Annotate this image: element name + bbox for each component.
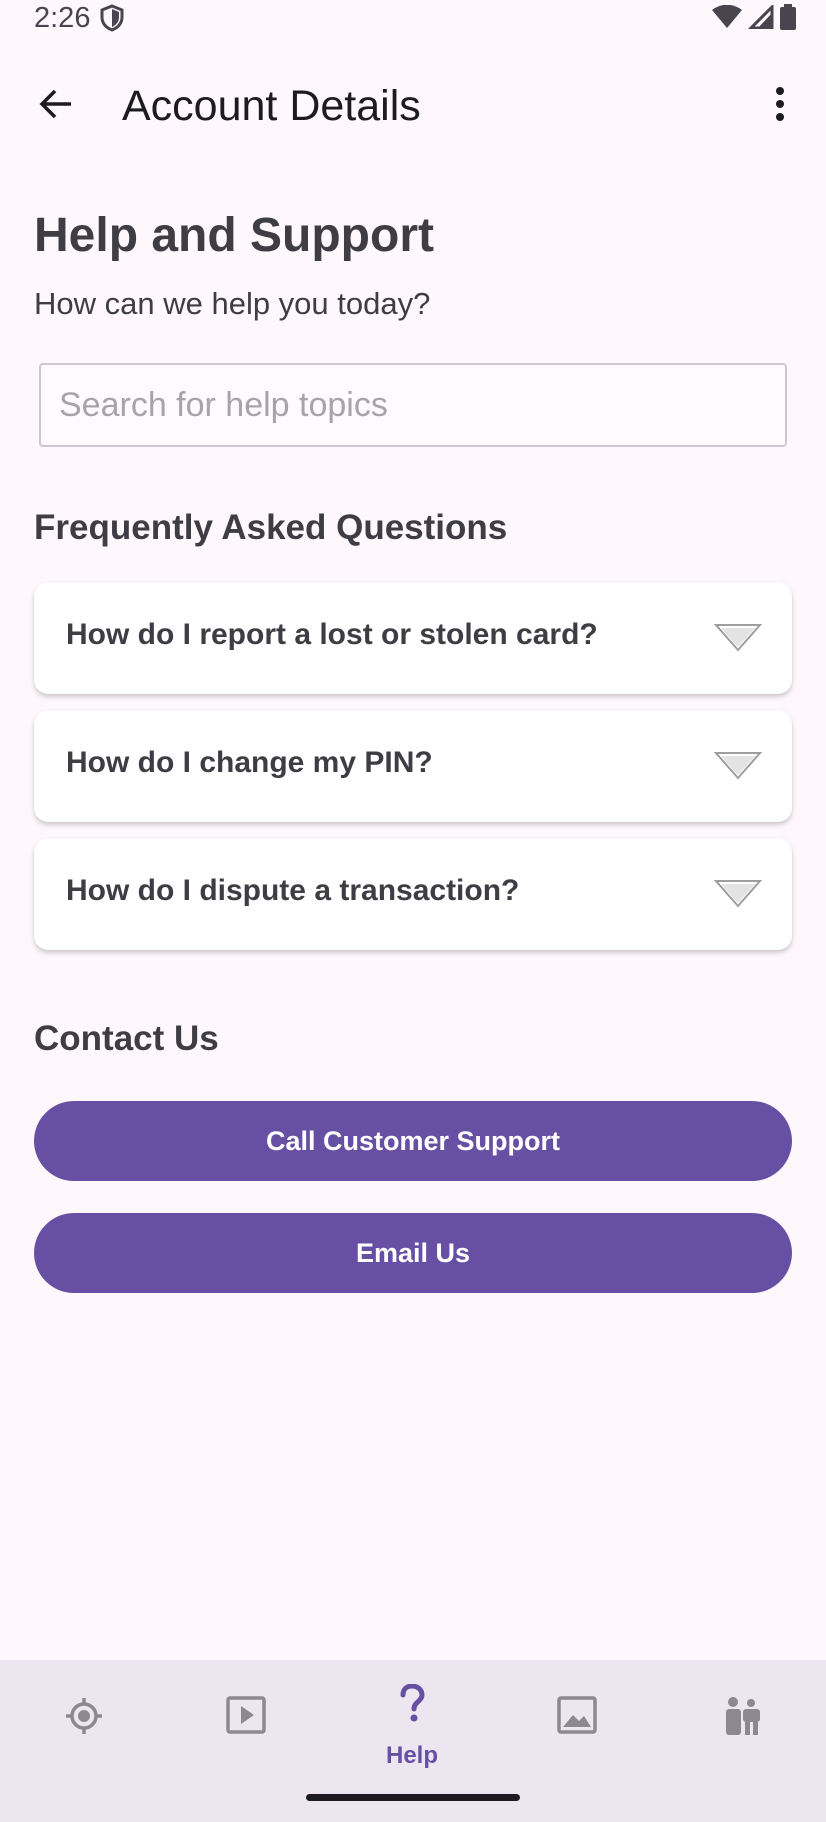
nav-item-locate[interactable] xyxy=(29,1660,139,1780)
signal-icon xyxy=(747,3,774,34)
nav-item-family[interactable] xyxy=(688,1660,798,1780)
shield-icon xyxy=(100,4,124,37)
home-indicator[interactable] xyxy=(306,1794,520,1801)
bottom-navigation: Help xyxy=(0,1660,826,1822)
page-title: Help and Support xyxy=(34,209,434,262)
back-button[interactable] xyxy=(30,80,82,132)
page-subtitle: How can we help you today? xyxy=(34,286,431,321)
faq-item-change-pin[interactable]: How do I change my PIN? xyxy=(34,710,792,822)
email-us-button[interactable]: Email Us xyxy=(34,1213,792,1293)
faq-question: How do I dispute a transaction? xyxy=(66,874,520,907)
faq-question: How do I report a lost or stolen card? xyxy=(66,618,598,651)
faq-title: Frequently Asked Questions xyxy=(34,508,508,547)
nav-item-image[interactable] xyxy=(522,1660,632,1780)
faq-question: How do I change my PIN? xyxy=(66,746,433,779)
battery-icon xyxy=(780,4,796,35)
nav-item-help[interactable]: Help xyxy=(357,1660,467,1780)
nav-item-play[interactable] xyxy=(191,1660,301,1780)
more-options-button[interactable] xyxy=(754,80,806,132)
faq-item-dispute-transaction[interactable]: How do I dispute a transaction? xyxy=(34,838,792,950)
app-bar: Account Details xyxy=(0,62,826,152)
faq-item-lost-card[interactable]: How do I report a lost or stolen card? xyxy=(34,582,792,694)
nav-label-help: Help xyxy=(385,1742,438,1769)
status-bar: 2:26 xyxy=(0,0,826,44)
call-support-button[interactable]: Call Customer Support xyxy=(34,1101,792,1181)
status-icons xyxy=(712,3,796,35)
image-icon xyxy=(522,1696,632,1734)
wifi-icon xyxy=(712,4,742,34)
contact-title: Contact Us xyxy=(34,1019,219,1058)
play-icon xyxy=(191,1696,301,1734)
chevron-down-icon xyxy=(713,622,763,657)
more-vert-icon xyxy=(774,86,786,127)
app-title: Account Details xyxy=(122,82,421,130)
search-input[interactable] xyxy=(39,363,787,447)
locate-icon xyxy=(29,1696,139,1736)
chevron-down-icon xyxy=(713,878,763,913)
help-icon xyxy=(357,1684,467,1722)
chevron-down-icon xyxy=(713,750,763,785)
arrow-back-icon xyxy=(38,86,74,127)
status-time: 2:26 xyxy=(34,2,91,34)
family-icon xyxy=(688,1696,798,1736)
